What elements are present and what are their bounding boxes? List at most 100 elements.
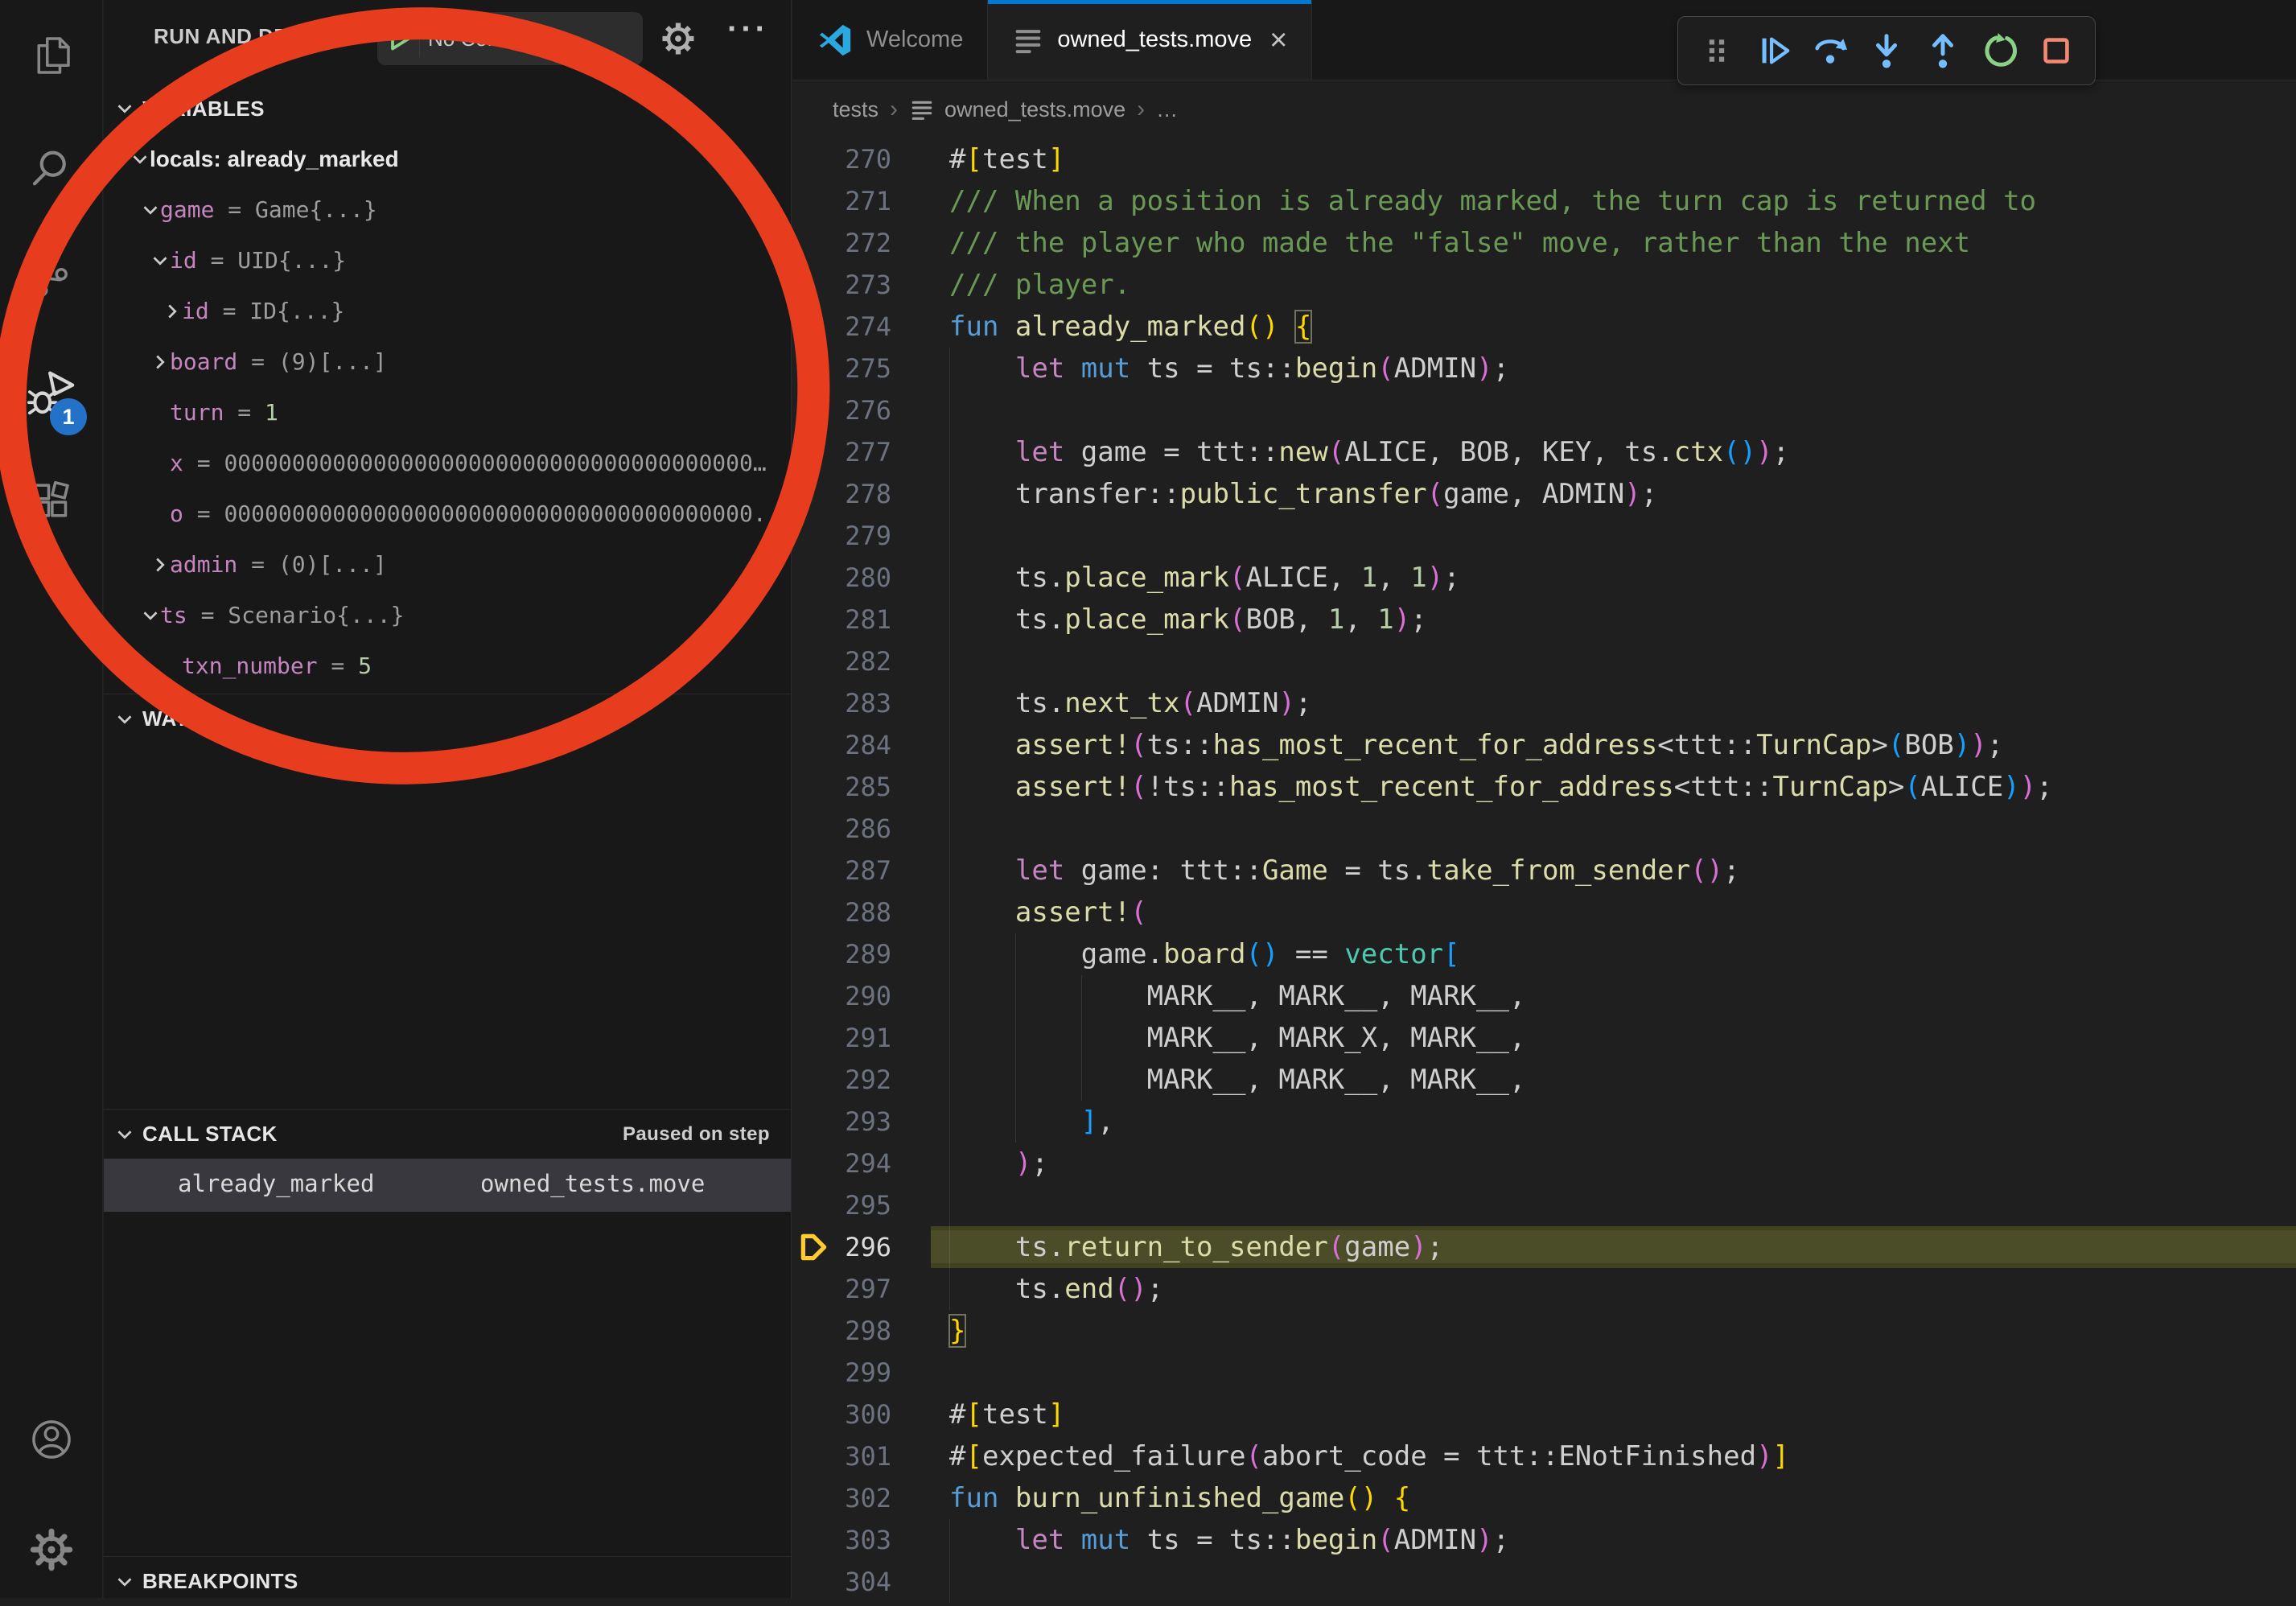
- code-line-285[interactable]: 285 assert!(!ts::has_most_recent_for_add…: [792, 766, 2296, 808]
- restart-button[interactable]: [1974, 25, 2026, 76]
- code-text[interactable]: ts.next_tx(ADMIN);: [949, 682, 1311, 724]
- line-number[interactable]: 270: [792, 138, 891, 180]
- code-text[interactable]: assert!(ts::has_most_recent_for_address<…: [949, 724, 2003, 766]
- variable-row-o[interactable]: o = 000000000000000000000000000000000000…: [104, 488, 791, 539]
- continue-button[interactable]: [1747, 25, 1799, 76]
- launch-config-dropdown[interactable]: No Configur: [377, 12, 643, 65]
- debug-settings-gear-icon[interactable]: [659, 19, 697, 62]
- call-stack-section-header[interactable]: CALL STACK Paused on step: [104, 1109, 791, 1159]
- code-line-302[interactable]: 302 fun burn_unfinished_game() {: [792, 1477, 2296, 1519]
- line-number[interactable]: 274: [792, 306, 891, 348]
- chevron-right-icon[interactable]: [163, 302, 182, 321]
- line-number[interactable]: 277: [792, 431, 891, 473]
- code-line-292[interactable]: 292 MARK__, MARK__, MARK__,: [792, 1059, 2296, 1101]
- code-text[interactable]: transfer::public_transfer(game, ADMIN);: [949, 473, 1657, 515]
- code-line-284[interactable]: 284 assert!(ts::has_most_recent_for_addr…: [792, 724, 2296, 766]
- stop-button[interactable]: [2031, 25, 2082, 76]
- code-editor[interactable]: 270 #[test]271/// When a position is alre…: [792, 138, 2296, 1603]
- code-text[interactable]: MARK__, MARK__, MARK__,: [949, 1059, 1525, 1101]
- line-number[interactable]: 283: [792, 682, 891, 724]
- code-line-270[interactable]: 270 #[test]: [792, 138, 2296, 180]
- line-number[interactable]: 279: [792, 515, 891, 557]
- variables-section-header[interactable]: VARIABLES: [104, 84, 791, 134]
- code-line-300[interactable]: 300#[test]: [792, 1394, 2296, 1435]
- line-number[interactable]: 299: [792, 1352, 891, 1394]
- code-line-296[interactable]: 296 ts.return_to_sender(game);: [792, 1226, 2296, 1268]
- code-text[interactable]: fun already_marked() {: [949, 306, 1311, 348]
- code-line-276[interactable]: 276: [792, 389, 2296, 431]
- activity-item-account[interactable]: [0, 1395, 103, 1484]
- breakpoints-section-header[interactable]: BREAKPOINTS: [104, 1556, 791, 1606]
- code-text[interactable]: let mut ts = ts::begin(ADMIN);: [949, 1519, 1509, 1561]
- code-text[interactable]: }: [949, 1310, 965, 1352]
- code-text[interactable]: fun burn_unfinished_game() {: [949, 1477, 1410, 1519]
- variable-row-game[interactable]: game = Game{...}: [104, 184, 791, 235]
- breadcrumb-item[interactable]: tests: [833, 97, 878, 122]
- code-line-271[interactable]: 271/// When a position is already marked…: [792, 180, 2296, 222]
- line-number[interactable]: 276: [792, 389, 891, 431]
- code-line-299[interactable]: 299: [792, 1352, 2296, 1394]
- code-line-293[interactable]: 293 ],: [792, 1101, 2296, 1143]
- code-text[interactable]: assert!(!ts::has_most_recent_for_address…: [949, 766, 2053, 808]
- line-number[interactable]: 293: [792, 1101, 891, 1143]
- activity-item-extensions[interactable]: [0, 459, 103, 547]
- line-number[interactable]: 290: [792, 975, 891, 1017]
- code-text[interactable]: #[test]: [949, 138, 1064, 180]
- code-text[interactable]: let mut ts = ts::begin(ADMIN);: [949, 348, 1509, 389]
- code-text[interactable]: ts.return_to_sender(game);: [949, 1226, 1443, 1268]
- code-text[interactable]: ts.end();: [949, 1268, 1163, 1310]
- code-text[interactable]: let game: ttt::Game = ts.take_from_sende…: [949, 850, 1740, 892]
- activity-item-run-debug[interactable]: 1: [0, 348, 103, 437]
- chevron-down-icon[interactable]: [150, 251, 170, 270]
- code-line-289[interactable]: 289 game.board() == vector[: [792, 933, 2296, 975]
- variable-row-board[interactable]: board = (9)[...]: [104, 336, 791, 387]
- line-number[interactable]: 303: [792, 1519, 891, 1561]
- line-number[interactable]: 275: [792, 348, 891, 389]
- code-text[interactable]: ts.place_mark(BOB, 1, 1);: [949, 599, 1427, 640]
- code-line-304[interactable]: 304: [792, 1561, 2296, 1603]
- line-number[interactable]: 295: [792, 1184, 891, 1226]
- line-number[interactable]: 287: [792, 850, 891, 892]
- code-text[interactable]: /// player.: [949, 264, 1130, 306]
- chevron-down-icon[interactable]: [130, 150, 150, 169]
- variable-row-turn[interactable]: turn = 1: [104, 387, 791, 438]
- code-text[interactable]: ],: [949, 1101, 1114, 1143]
- line-number[interactable]: 296: [792, 1226, 891, 1268]
- code-line-283[interactable]: 283 ts.next_tx(ADMIN);: [792, 682, 2296, 724]
- code-line-294[interactable]: 294 );: [792, 1143, 2296, 1184]
- line-number[interactable]: 272: [792, 222, 891, 264]
- line-number[interactable]: 288: [792, 892, 891, 933]
- code-line-287[interactable]: 287 let game: ttt::Game = ts.take_from_s…: [792, 850, 2296, 892]
- variable-row-txn_number[interactable]: txn_number = 5: [104, 640, 791, 691]
- line-number[interactable]: 298: [792, 1310, 891, 1352]
- variable-row-id[interactable]: id = ID{...}: [104, 286, 791, 336]
- step-out-button[interactable]: [1917, 25, 1969, 76]
- line-number[interactable]: 297: [792, 1268, 891, 1310]
- more-actions-icon[interactable]: ···: [727, 11, 769, 47]
- chevron-down-icon[interactable]: [141, 200, 160, 220]
- code-line-278[interactable]: 278 transfer::public_transfer(game, ADMI…: [792, 473, 2296, 515]
- code-line-274[interactable]: 274 fun already_marked() {: [792, 306, 2296, 348]
- activity-item-source-control[interactable]: [0, 234, 103, 323]
- code-line-288[interactable]: 288 assert!(: [792, 892, 2296, 933]
- code-line-281[interactable]: 281 ts.place_mark(BOB, 1, 1);: [792, 599, 2296, 640]
- code-line-291[interactable]: 291 MARK__, MARK_X, MARK__,: [792, 1017, 2296, 1059]
- line-number[interactable]: 271: [792, 180, 891, 222]
- line-number[interactable]: 281: [792, 599, 891, 640]
- line-number[interactable]: 284: [792, 724, 891, 766]
- chevron-right-icon[interactable]: [150, 352, 170, 372]
- drag-grip-button[interactable]: [1691, 25, 1743, 76]
- code-line-298[interactable]: 298}: [792, 1310, 2296, 1352]
- variable-row-ts[interactable]: ts = Scenario{...}: [104, 590, 791, 640]
- code-line-303[interactable]: 303 let mut ts = ts::begin(ADMIN);: [792, 1519, 2296, 1561]
- line-number[interactable]: 302: [792, 1477, 891, 1519]
- line-number[interactable]: 301: [792, 1435, 891, 1477]
- variable-row-admin[interactable]: admin = (0)[...]: [104, 539, 791, 590]
- code-text[interactable]: );: [949, 1143, 1048, 1184]
- code-text[interactable]: /// the player who made the "false" move…: [949, 222, 1970, 264]
- tab-owned-tests-move[interactable]: owned_tests.move×: [988, 0, 1312, 80]
- code-text[interactable]: MARK__, MARK_X, MARK__,: [949, 1017, 1525, 1059]
- code-text[interactable]: assert!(: [949, 892, 1147, 933]
- tab-welcome[interactable]: Welcome: [792, 0, 988, 80]
- line-number[interactable]: 285: [792, 766, 891, 808]
